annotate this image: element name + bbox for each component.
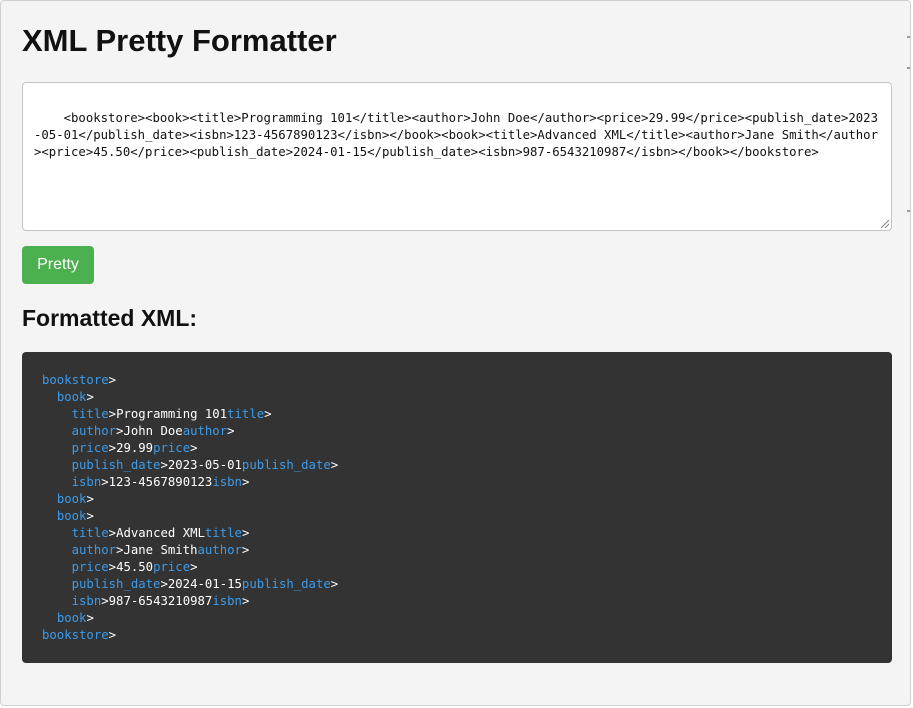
output-heading: Formatted XML: — [22, 305, 198, 331]
xml-output-line: isbn>987-6543210987isbn> — [71, 594, 250, 608]
xml-output-line: title>Advanced XMLtitle> — [71, 526, 250, 540]
xml-text-value: Advanced XML — [116, 526, 205, 540]
xml-output-line: book> — [56, 611, 94, 625]
scrollbar-mark — [907, 210, 910, 212]
scrollbar-mark — [907, 67, 910, 69]
xml-tag-name: isbn — [71, 475, 102, 489]
xml-output-line: bookstore> — [42, 373, 117, 387]
xml-tag-name: bookstore — [42, 373, 109, 387]
xml-tag-name: isbn — [71, 594, 102, 608]
xml-output-line: author>John Doeauthor> — [71, 424, 235, 438]
xml-output-line: publish_date>2023-05-01publish_date> — [71, 458, 339, 472]
xml-tag-name: author — [197, 543, 242, 557]
xml-tag-name: publish_date — [71, 577, 161, 591]
xml-tag-name: author — [71, 424, 117, 438]
xml-output-line: book> — [56, 509, 94, 523]
xml-tag-name: title — [227, 407, 265, 421]
xml-tag-name: price — [71, 560, 109, 574]
xml-text-value: 2023-05-01 — [167, 458, 242, 472]
xml-tag-name: book — [56, 492, 87, 506]
pretty-button[interactable]: Pretty — [22, 246, 94, 284]
xml-tag-name: title — [71, 526, 109, 540]
formatted-xml-output: bookstore> book> title>Programming 101ti… — [22, 352, 892, 663]
xml-tag-name: price — [153, 560, 191, 574]
xml-tag-name: title — [71, 407, 109, 421]
xml-tag-name: title — [204, 526, 242, 540]
xml-text-value: 29.99 — [116, 441, 154, 455]
xml-output-line: book> — [56, 390, 94, 404]
xml-tag-name: publish_date — [241, 577, 331, 591]
xml-tag-name: book — [56, 611, 87, 625]
xml-text-value: Jane Smith — [123, 543, 198, 557]
xml-output-line: publish_date>2024-01-15publish_date> — [71, 577, 339, 591]
xml-output-line: price>45.50price> — [71, 560, 198, 574]
xml-output-line: title>Programming 101title> — [71, 407, 272, 421]
xml-text-value: John Doe — [123, 424, 183, 438]
xml-text-value: 2024-01-15 — [167, 577, 242, 591]
app-window: XML Pretty Formatter <bookstore><book><t… — [0, 0, 911, 706]
xml-output-line: book> — [56, 492, 94, 506]
xml-output-line: isbn>123-4567890123isbn> — [71, 475, 250, 489]
xml-tag-name: bookstore — [42, 628, 109, 642]
xml-text-value: 987-6543210987 — [108, 594, 213, 608]
xml-tag-name: price — [153, 441, 191, 455]
xml-output-line: price>29.99price> — [71, 441, 198, 455]
page-title: XML Pretty Formatter — [22, 23, 337, 58]
xml-output-line: author>Jane Smithauthor> — [71, 543, 250, 557]
xml-tag-name: isbn — [212, 594, 242, 608]
xml-text-value: 123-4567890123 — [108, 475, 213, 489]
xml-tag-name: publish_date — [241, 458, 331, 472]
xml-tag-name: publish_date — [71, 458, 161, 472]
xml-output-line: bookstore> — [42, 628, 117, 642]
xml-input-textarea[interactable]: <bookstore><book><title>Programming 101<… — [22, 82, 892, 231]
xml-text-value: 45.50 — [116, 560, 154, 574]
xml-tag-name: isbn — [212, 475, 242, 489]
xml-tag-name: author — [71, 543, 117, 557]
xml-tag-name: price — [71, 441, 109, 455]
xml-tag-name: author — [182, 424, 228, 438]
scrollbar-mark — [907, 36, 910, 38]
xml-input-value: <bookstore><book><title>Programming 101<… — [34, 111, 878, 159]
xml-tag-name: book — [56, 509, 87, 523]
xml-tag-name: book — [56, 390, 87, 404]
resize-handle-icon[interactable] — [881, 220, 889, 228]
xml-text-value: Programming 101 — [116, 407, 228, 421]
